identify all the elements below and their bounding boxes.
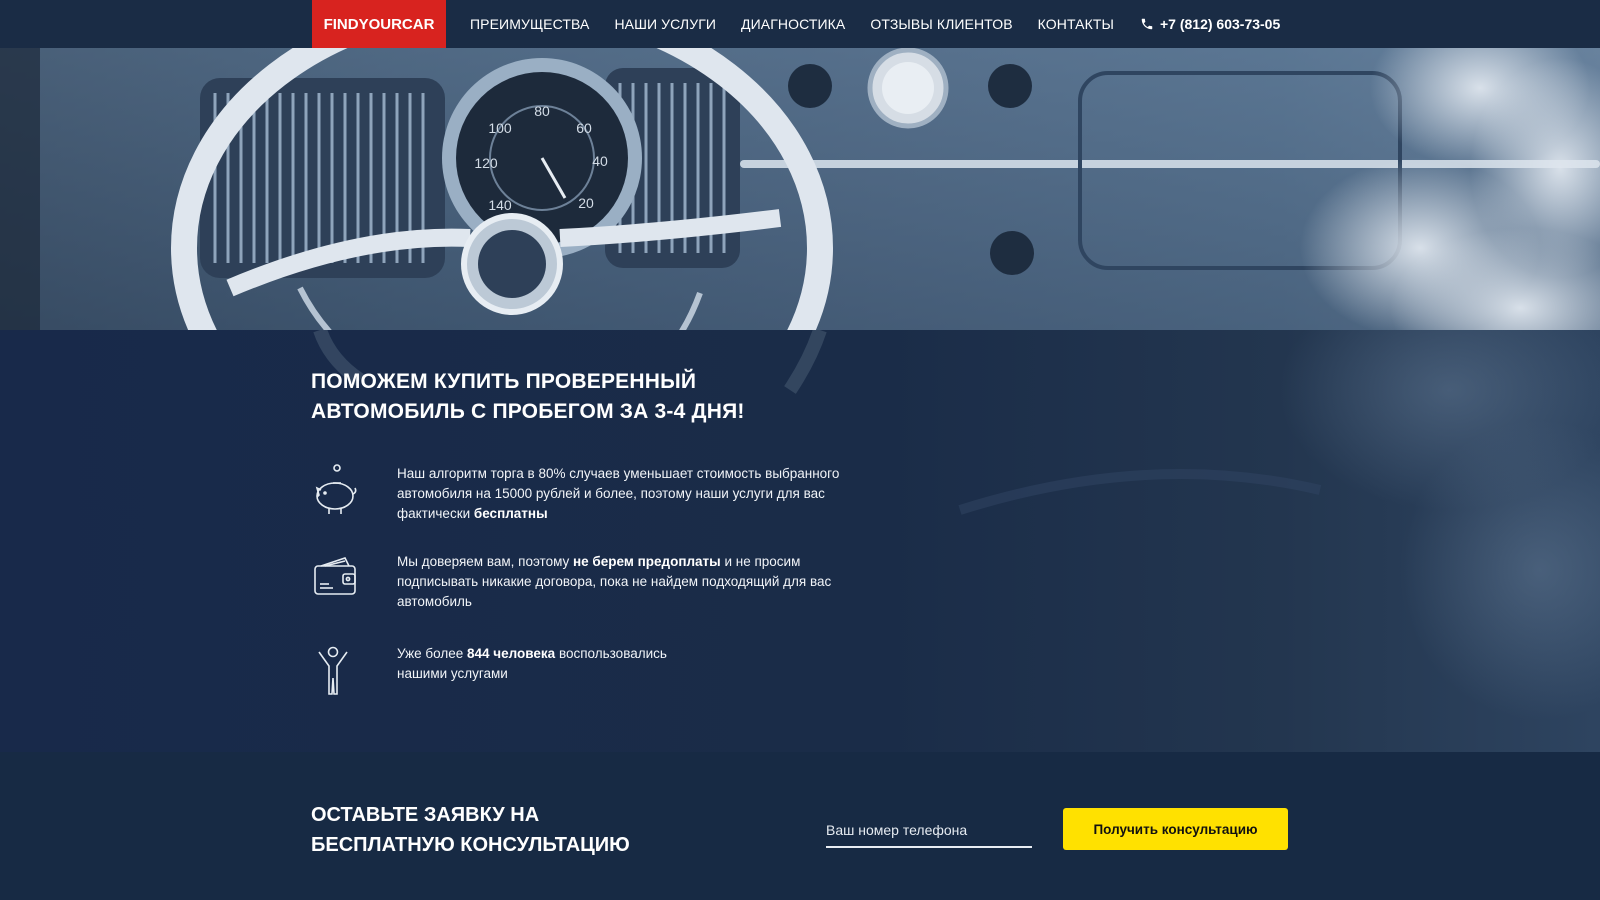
hero-content: ПОМОЖЕМ КУПИТЬ ПРОВЕРЕННЫЙ АВТОМОБИЛЬ С … <box>0 330 1600 752</box>
nav-item-diagnostics[interactable]: ДИАГНОСТИКА <box>741 16 845 32</box>
feature-text-no-prepay-before: Мы доверяем вам, поэтому <box>397 554 574 569</box>
hero-headline: ПОМОЖЕМ КУПИТЬ ПРОВЕРЕННЫЙ АВТОМОБИЛЬ С … <box>311 367 745 427</box>
hero-headline-line1: ПОМОЖЕМ КУПИТЬ ПРОВЕРЕННЫЙ <box>311 370 697 393</box>
get-consultation-button[interactable]: Получить консультацию <box>1063 808 1288 850</box>
nav-item-contacts[interactable]: КОНТАКТЫ <box>1038 16 1114 32</box>
feature-item-no-prepay: Мы доверяем вам, поэтому не берем предоп… <box>311 552 857 612</box>
form-title-line2: БЕСПЛАТНУЮ КОНСУЛЬТАЦИЮ <box>311 834 630 856</box>
feature-text-savings: Наш алгоритм торга в 80% случаев уменьша… <box>397 464 877 524</box>
top-navbar: FINDYOURCAR ПРЕИМУЩЕСТВА НАШИ УСЛУГИ ДИА… <box>0 0 1600 48</box>
piggy-bank-icon <box>315 464 357 514</box>
nav-item-services[interactable]: НАШИ УСЛУГИ <box>614 16 716 32</box>
feature-item-customers: Уже более 844 человека воспользовались н… <box>311 644 697 700</box>
person-icon <box>318 646 348 695</box>
hero-bg-overlay <box>313 330 1600 720</box>
feature-text-savings-plain: Наш алгоритм торга в 80% случаев уменьша… <box>397 466 840 521</box>
feature-text-customers: Уже более 844 человека воспользовались н… <box>397 644 697 684</box>
nav-item-advantages[interactable]: ПРЕИМУЩЕСТВА <box>470 16 589 32</box>
speedo-label-80: 80 <box>534 103 550 119</box>
wallet-icon <box>314 557 356 595</box>
car-dashboard-illustration: 100 80 60 120 40 140 20 <box>0 48 1600 330</box>
header-phone-number: +7 (812) 603-73-05 <box>1160 16 1281 32</box>
hero-image: 100 80 60 120 40 140 20 <box>0 48 1600 330</box>
speedo-label-20: 20 <box>578 195 594 211</box>
feature-text-no-prepay-bold: не берем предоплаты <box>573 554 721 569</box>
feature-text-customers-bold: 844 человека <box>467 646 556 661</box>
speedo-label-140: 140 <box>488 197 512 213</box>
consultation-form: ОСТАВЬТЕ ЗАЯВКУ НА БЕСПЛАТНУЮ КОНСУЛЬТАЦ… <box>0 752 1600 900</box>
header-phone[interactable]: +7 (812) 603-73-05 <box>1140 0 1280 48</box>
feature-text-savings-bold: бесплатны <box>473 506 548 521</box>
logo[interactable]: FINDYOURCAR <box>312 0 446 48</box>
hero-headline-line2: АВТОМОБИЛЬ С ПРОБЕГОМ ЗА 3-4 ДНЯ! <box>311 400 745 423</box>
feature-text-customers-before: Уже более <box>397 646 468 661</box>
speedo-label-100: 100 <box>488 120 512 136</box>
main-menu: ПРЕИМУЩЕСТВА НАШИ УСЛУГИ ДИАГНОСТИКА ОТЗ… <box>470 0 1139 48</box>
phone-icon <box>1141 18 1153 30</box>
speedo-label-40: 40 <box>592 153 608 169</box>
feature-item-savings: Наш алгоритм торга в 80% случаев уменьша… <box>311 464 877 524</box>
phone-input[interactable] <box>826 818 1032 848</box>
form-title: ОСТАВЬТЕ ЗАЯВКУ НА БЕСПЛАТНУЮ КОНСУЛЬТАЦ… <box>311 800 630 860</box>
speedo-label-60: 60 <box>576 120 592 136</box>
feature-text-no-prepay: Мы доверяем вам, поэтому не берем предоп… <box>397 552 857 612</box>
form-title-line1: ОСТАВЬТЕ ЗАЯВКУ НА <box>311 804 540 826</box>
nav-item-reviews[interactable]: ОТЗЫВЫ КЛИЕНТОВ <box>870 16 1012 32</box>
speedo-label-120: 120 <box>474 155 498 171</box>
